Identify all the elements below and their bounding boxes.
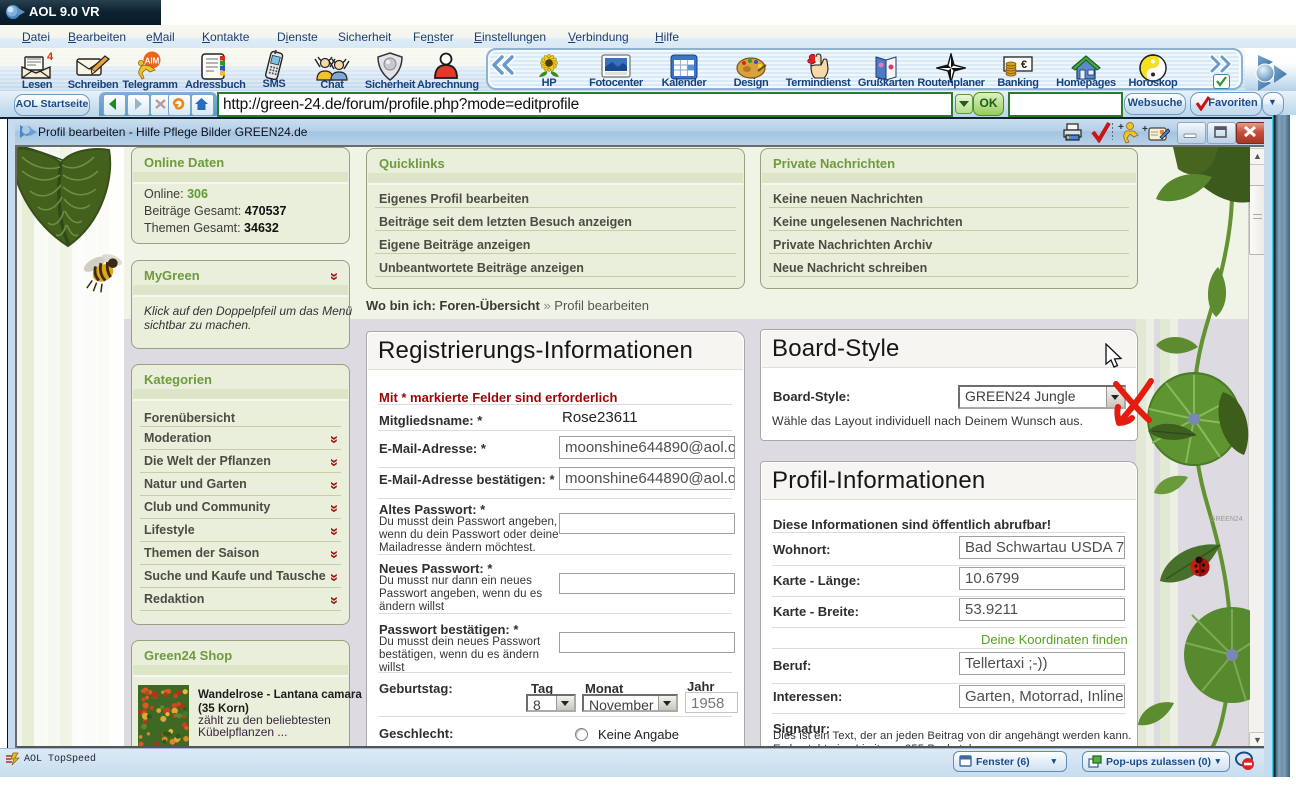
svg-text:GREEN24: GREEN24	[1210, 516, 1243, 523]
svg-text:€: €	[1021, 59, 1027, 71]
svg-text:+: +	[1142, 124, 1148, 135]
svg-text:+: +	[1118, 122, 1124, 133]
svg-text:AIM: AIM	[145, 57, 160, 66]
svg-text:4: 4	[47, 51, 54, 63]
